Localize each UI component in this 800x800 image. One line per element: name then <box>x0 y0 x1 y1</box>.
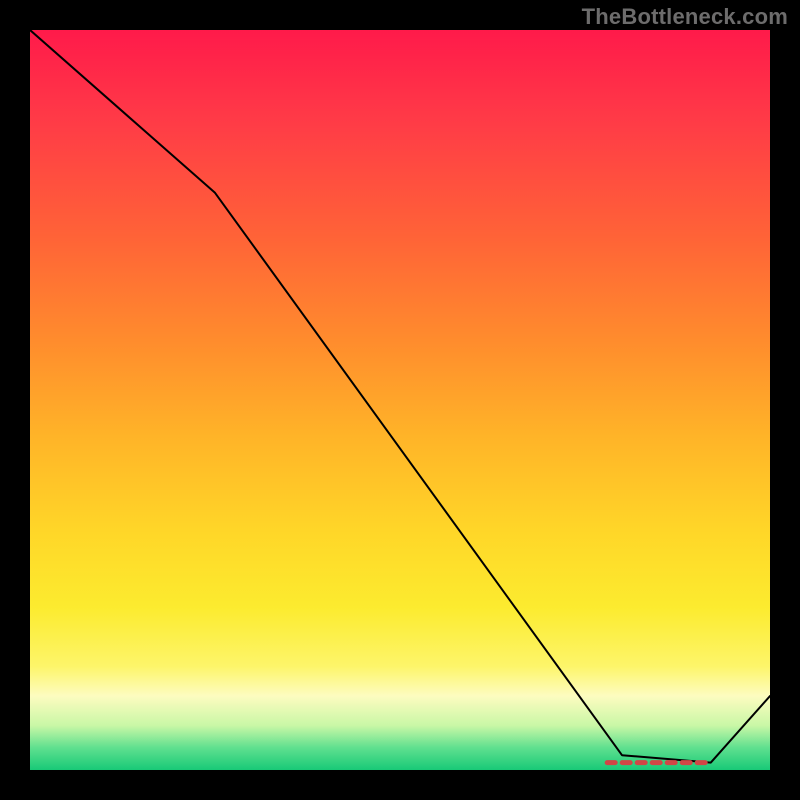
plot-area <box>30 30 770 770</box>
chart-svg <box>30 30 770 770</box>
watermark-text: TheBottleneck.com <box>582 4 788 30</box>
chart-stage: TheBottleneck.com <box>0 0 800 800</box>
bottleneck-curve <box>30 30 770 763</box>
